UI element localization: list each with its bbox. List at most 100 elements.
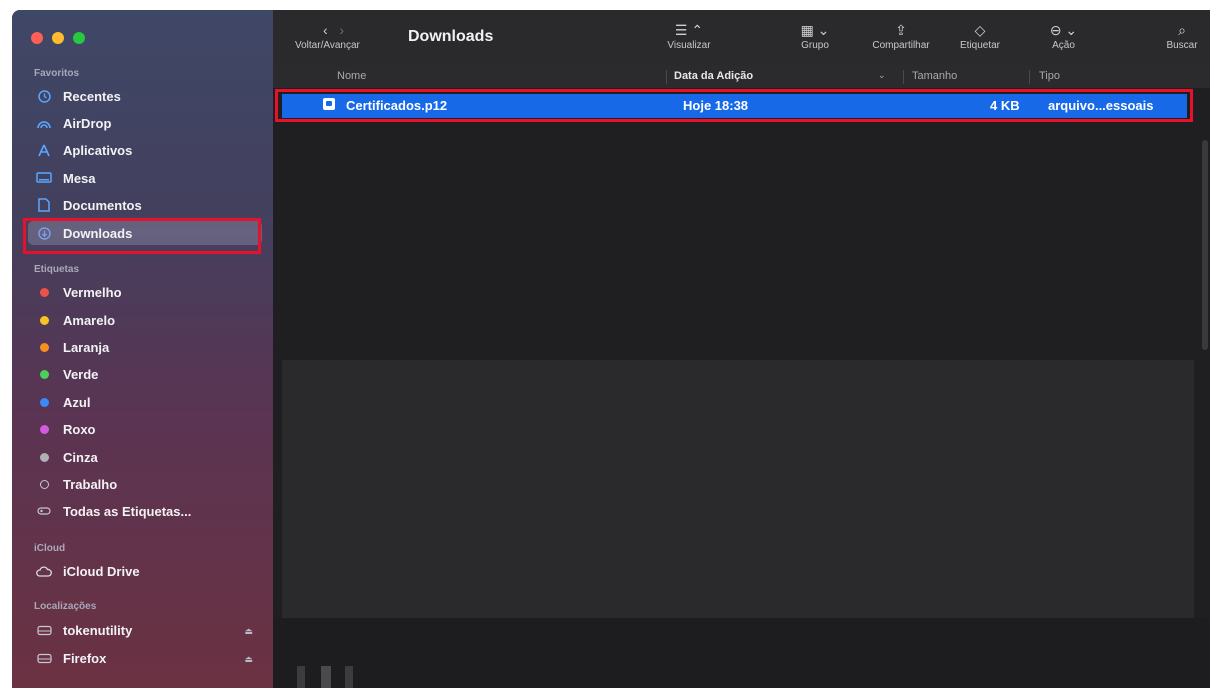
tag-dot-icon (36, 369, 52, 379)
tag-label: Etiquetar (959, 40, 1001, 51)
column-name[interactable]: Nome (337, 70, 366, 82)
tag-dot-icon (36, 452, 52, 462)
view-button[interactable]: ☰ ⌃ Visualizar (659, 22, 719, 51)
back-forward-button[interactable]: ‹ › Voltar/Avançar (295, 22, 395, 51)
sidebar-item-downloads[interactable]: Downloads (28, 221, 262, 245)
tag-dot-icon (36, 342, 52, 352)
file-name: Certificados.p12 (346, 98, 448, 113)
sidebar-item-label: Aplicativos (63, 142, 133, 158)
chevron-left-icon: ‹ (323, 22, 328, 38)
list-view-icon: ☰ ⌃ (674, 22, 704, 38)
sidebar-item-label: Firefox (63, 650, 107, 666)
applications-icon (36, 144, 52, 157)
finder-window: Favoritos Recentes AirDrop Aplicativos M… (12, 10, 1210, 688)
tag-button[interactable]: ◇ Etiquetar (950, 22, 1010, 51)
zoom-button[interactable] (73, 32, 85, 44)
sidebar-item-label: Recentes (63, 88, 121, 104)
action-label: Ação (1052, 40, 1075, 51)
eject-icon[interactable]: ⏏ (244, 626, 253, 637)
back-forward-label: Voltar/Avançar (295, 40, 360, 51)
all-tags-icon (36, 506, 52, 516)
sidebar-tag-blue[interactable]: Azul (28, 390, 262, 414)
sidebar-item-label: Laranja (63, 339, 110, 355)
sidebar-item-documents[interactable]: Documentos (28, 193, 262, 217)
sidebar-tag-orange[interactable]: Laranja (28, 335, 262, 359)
column-size[interactable]: Tamanho (912, 70, 957, 82)
sidebar-item-recents[interactable]: Recentes (28, 84, 262, 108)
section-tags: Etiquetas (34, 264, 80, 275)
tag-dot-icon (36, 287, 52, 297)
eject-icon[interactable]: ⏏ (244, 654, 253, 665)
sidebar-item-label: Vermelho (63, 284, 122, 300)
sidebar-tag-work[interactable]: Trabalho (28, 472, 262, 496)
sidebar-item-icloud-drive[interactable]: iCloud Drive (28, 559, 262, 583)
action-button[interactable]: ⊖ ⌄ Ação (1041, 22, 1086, 51)
tag-outline-icon (36, 479, 52, 489)
drive-icon (36, 653, 52, 664)
share-button[interactable]: ⇪ Compartilhar (861, 22, 941, 51)
share-icon: ⇪ (895, 22, 907, 38)
sidebar-item-label: Trabalho (63, 476, 118, 492)
toolbar: ‹ › Voltar/Avançar Downloads ☰ ⌃ Visuali… (273, 10, 1210, 66)
file-size: 4 KB (990, 98, 1020, 113)
sort-chevron-icon[interactable]: ⌄ (878, 70, 886, 81)
window-title: Downloads (408, 28, 494, 45)
sidebar-item-desktop[interactable]: Mesa (28, 166, 262, 190)
grid-icon: ▦ ⌄ (800, 22, 830, 38)
desktop-icon (36, 172, 52, 184)
sidebar-tag-red[interactable]: Vermelho (28, 280, 262, 304)
document-icon (36, 198, 52, 212)
search-button[interactable]: ⌕ Buscar (1157, 22, 1207, 51)
column-header: Nome Data da Adição ⌄ Tamanho Tipo (273, 66, 1210, 88)
section-favorites: Favoritos (34, 68, 80, 79)
sidebar-tag-all[interactable]: Todas as Etiquetas... (28, 499, 262, 523)
file-type: arquivo...essoais (1048, 98, 1154, 113)
sidebar-item-label: Roxo (63, 421, 96, 437)
close-button[interactable] (31, 32, 43, 44)
column-date-added[interactable]: Data da Adição (674, 70, 753, 82)
sidebar-item-label: Downloads (63, 225, 133, 241)
minimize-button[interactable] (52, 32, 64, 44)
file-row[interactable]: Certificados.p12 Hoje 18:38 4 KB arquivo… (282, 94, 1187, 118)
file-certificate-icon (322, 97, 336, 114)
column-type[interactable]: Tipo (1039, 70, 1060, 82)
sidebar-tag-purple[interactable]: Roxo (28, 417, 262, 441)
group-label: Grupo (801, 40, 829, 51)
tag-dot-icon (36, 424, 52, 434)
share-label: Compartilhar (872, 40, 930, 51)
vertical-scrollbar[interactable] (1202, 140, 1208, 350)
tag-dot-icon (36, 397, 52, 407)
tag-dot-icon (36, 315, 52, 325)
sidebar-item-airdrop[interactable]: AirDrop (28, 111, 262, 135)
search-icon: ⌕ (1178, 22, 1186, 38)
sidebar-item-applications[interactable]: Aplicativos (28, 138, 262, 162)
ellipsis-circle-icon: ⊖ ⌄ (1049, 22, 1078, 38)
sidebar-tag-green[interactable]: Verde (28, 362, 262, 386)
file-date: Hoje 18:38 (683, 98, 749, 113)
sidebar-item-firefox[interactable]: Firefox (28, 646, 262, 670)
section-icloud: iCloud (34, 543, 66, 554)
sidebar-item-label: Todas as Etiquetas... (63, 503, 192, 519)
sidebar-tag-yellow[interactable]: Amarelo (28, 308, 262, 332)
airdrop-icon (36, 117, 52, 129)
sidebar-item-label: AirDrop (63, 115, 112, 131)
clock-icon (36, 89, 52, 103)
tag-icon: ◇ (974, 22, 986, 38)
drive-icon (36, 625, 52, 636)
status-area (273, 618, 1210, 688)
download-icon (36, 226, 52, 240)
sidebar-item-label: Azul (63, 394, 91, 410)
sidebar-tag-gray[interactable]: Cinza (28, 445, 262, 469)
sidebar-item-label: tokenutility (63, 622, 133, 638)
search-label: Buscar (1166, 40, 1198, 51)
sidebar-item-label: Amarelo (63, 312, 116, 328)
sidebar-item-label: iCloud Drive (63, 563, 140, 579)
section-locations: Localizações (34, 601, 97, 612)
chevron-right-icon: › (339, 22, 345, 38)
sidebar-item-label: Cinza (63, 449, 98, 465)
sidebar-item-label: Verde (63, 366, 99, 382)
group-button[interactable]: ▦ ⌄ Grupo (790, 22, 840, 51)
sidebar-item-tokenutility[interactable]: tokenutility (28, 618, 262, 642)
sidebar-item-label: Documentos (63, 197, 142, 213)
cloud-icon (36, 565, 52, 577)
